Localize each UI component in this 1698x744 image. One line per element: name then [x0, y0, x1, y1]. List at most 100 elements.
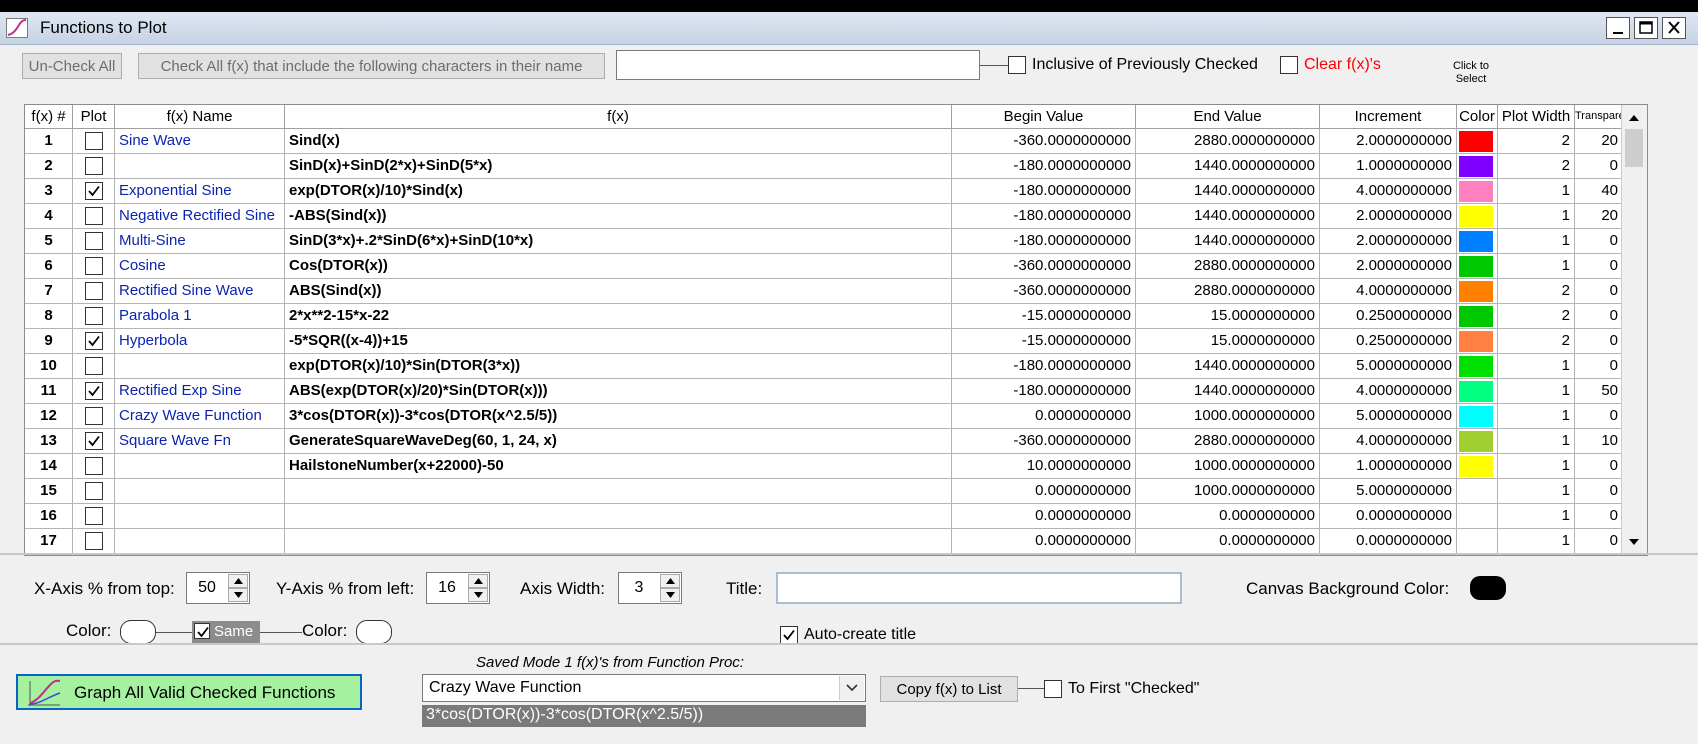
cell-transparency[interactable]: 0 [1575, 229, 1623, 254]
cell-color[interactable] [1457, 129, 1498, 154]
cell-fx-number[interactable]: 9 [25, 329, 73, 354]
color-swatch[interactable] [1459, 356, 1493, 377]
cell-increment[interactable]: 2.0000000000 [1320, 254, 1457, 279]
hdr-transparency[interactable]: Transparency [1575, 105, 1623, 129]
cell-end-value[interactable]: 1440.0000000000 [1136, 229, 1320, 254]
dropdown-arrow-button[interactable] [839, 676, 864, 700]
cell-plot-width[interactable]: 2 [1498, 279, 1575, 304]
cell-transparency[interactable]: 0 [1575, 154, 1623, 179]
cell-plot[interactable] [73, 429, 115, 454]
cell-plot-width[interactable]: 1 [1498, 179, 1575, 204]
cell-plot-width[interactable]: 1 [1498, 454, 1575, 479]
scroll-thumb[interactable] [1625, 129, 1643, 167]
plot-checkbox[interactable] [85, 332, 103, 350]
cell-fx-number[interactable]: 4 [25, 204, 73, 229]
cell-transparency[interactable]: 0 [1575, 354, 1623, 379]
plot-checkbox[interactable] [85, 232, 103, 250]
cell-fx-number[interactable]: 5 [25, 229, 73, 254]
cell-fx-name[interactable]: Hyperbola [115, 329, 285, 354]
table-row[interactable]: 8 Parabola 1 2*x**2-15*x-22 -15.0000000000 1… [25, 304, 1647, 329]
table-row[interactable]: 10 exp(DTOR(x)/10)*Sin(DTOR(3*x)) -180.000… [25, 354, 1647, 379]
grid-vertical-scrollbar[interactable] [1621, 105, 1647, 555]
hdr-fx-number[interactable]: f(x) # [25, 105, 73, 129]
cell-increment[interactable]: 0.0000000000 [1320, 529, 1457, 554]
minimize-button[interactable] [1606, 17, 1630, 39]
cell-fx-name[interactable]: Cosine [115, 254, 285, 279]
cell-begin-value[interactable]: -180.0000000000 [952, 229, 1136, 254]
saved-functions-dropdown[interactable]: Crazy Wave Function [422, 674, 866, 702]
cell-increment[interactable]: 0.0000000000 [1320, 504, 1457, 529]
cell-plot[interactable] [73, 354, 115, 379]
cell-transparency[interactable]: 0 [1575, 454, 1623, 479]
table-row[interactable]: 14 HailstoneNumber(x+22000)-50 10.00000000… [25, 454, 1647, 479]
cell-begin-value[interactable]: -180.0000000000 [952, 379, 1136, 404]
y-axis-up-button[interactable] [468, 574, 488, 588]
cell-transparency[interactable]: 0 [1575, 529, 1623, 554]
table-row[interactable]: 16 0.0000000000 0.0000000000 0.0000000000 1 0 [25, 504, 1647, 529]
cell-fx-number[interactable]: 8 [25, 304, 73, 329]
cell-fx-name[interactable]: Sine Wave [115, 129, 285, 154]
color-swatch[interactable] [1459, 281, 1493, 302]
scroll-up-icon[interactable] [1622, 107, 1646, 129]
axis-width-value[interactable]: 3 [619, 573, 659, 603]
scroll-down-icon[interactable] [1622, 531, 1646, 553]
cell-end-value[interactable]: 1000.0000000000 [1136, 479, 1320, 504]
cell-color[interactable] [1457, 454, 1498, 479]
x-axis-color-swatch[interactable] [120, 620, 156, 644]
y-axis-color-swatch[interactable] [356, 620, 392, 644]
table-row[interactable]: 1 Sine Wave Sind(x) -360.0000000000 2880.000… [25, 129, 1647, 154]
uncheck-all-button[interactable]: Un-Check All [22, 53, 122, 79]
cell-end-value[interactable]: 1000.0000000000 [1136, 404, 1320, 429]
cell-fx-name[interactable] [115, 354, 285, 379]
cell-increment[interactable]: 4.0000000000 [1320, 429, 1457, 454]
plot-checkbox[interactable] [85, 157, 103, 175]
plot-checkbox[interactable] [85, 532, 103, 550]
cell-fx-formula[interactable]: 3*cos(DTOR(x))-3*cos(DTOR(x^2.5/5)) [285, 404, 952, 429]
table-row[interactable]: 17 0.0000000000 0.0000000000 0.0000000000 1 0 [25, 529, 1647, 554]
cell-begin-value[interactable]: -360.0000000000 [952, 254, 1136, 279]
cell-color[interactable] [1457, 179, 1498, 204]
cell-end-value[interactable]: 1000.0000000000 [1136, 454, 1320, 479]
y-axis-down-button[interactable] [468, 588, 488, 602]
cell-fx-formula[interactable]: SinD(x)+SinD(2*x)+SinD(5*x) [285, 154, 952, 179]
copy-fx-button[interactable]: Copy f(x) to List [880, 676, 1018, 702]
cell-plot-width[interactable]: 1 [1498, 529, 1575, 554]
cell-end-value[interactable]: 15.0000000000 [1136, 304, 1320, 329]
same-color-toggle[interactable]: Same [192, 621, 260, 643]
cell-color[interactable] [1457, 504, 1498, 529]
cell-transparency[interactable]: 50 [1575, 379, 1623, 404]
cell-fx-number[interactable]: 13 [25, 429, 73, 454]
cell-increment[interactable]: 0.2500000000 [1320, 329, 1457, 354]
color-swatch[interactable] [1459, 456, 1493, 477]
color-swatch[interactable] [1459, 231, 1493, 252]
hdr-color[interactable]: Color [1457, 105, 1498, 129]
cell-end-value[interactable]: 2880.0000000000 [1136, 129, 1320, 154]
cell-fx-name[interactable]: Square Wave Fn [115, 429, 285, 454]
hdr-begin-value[interactable]: Begin Value [952, 105, 1136, 129]
cell-color[interactable] [1457, 279, 1498, 304]
cell-fx-name[interactable]: Crazy Wave Function [115, 404, 285, 429]
cell-end-value[interactable]: 0.0000000000 [1136, 529, 1320, 554]
cell-increment[interactable]: 4.0000000000 [1320, 179, 1457, 204]
cell-fx-number[interactable]: 17 [25, 529, 73, 554]
cell-fx-formula[interactable] [285, 529, 952, 554]
color-swatch[interactable] [1459, 156, 1493, 177]
plot-checkbox[interactable] [85, 407, 103, 425]
cell-fx-formula[interactable]: GenerateSquareWaveDeg(60, 1, 24, x) [285, 429, 952, 454]
cell-plot[interactable] [73, 404, 115, 429]
x-axis-up-button[interactable] [228, 574, 248, 588]
cell-end-value[interactable]: 1440.0000000000 [1136, 154, 1320, 179]
cell-fx-formula[interactable]: 2*x**2-15*x-22 [285, 304, 952, 329]
cell-fx-number[interactable]: 1 [25, 129, 73, 154]
cell-fx-formula[interactable]: ABS(Sind(x)) [285, 279, 952, 304]
clear-fx-checkbox[interactable] [1280, 56, 1298, 74]
table-row[interactable]: 9 Hyperbola -5*SQR((x-4))+15 -15.0000000000… [25, 329, 1647, 354]
axis-width-up-button[interactable] [660, 574, 680, 588]
plot-checkbox[interactable] [85, 382, 103, 400]
cell-fx-number[interactable]: 2 [25, 154, 73, 179]
cell-fx-name[interactable] [115, 504, 285, 529]
table-row[interactable]: 4 Negative Rectified Sine -ABS(Sind(x)) -18… [25, 204, 1647, 229]
cell-plot-width[interactable]: 1 [1498, 354, 1575, 379]
color-swatch[interactable] [1459, 431, 1493, 452]
cell-fx-number[interactable]: 10 [25, 354, 73, 379]
